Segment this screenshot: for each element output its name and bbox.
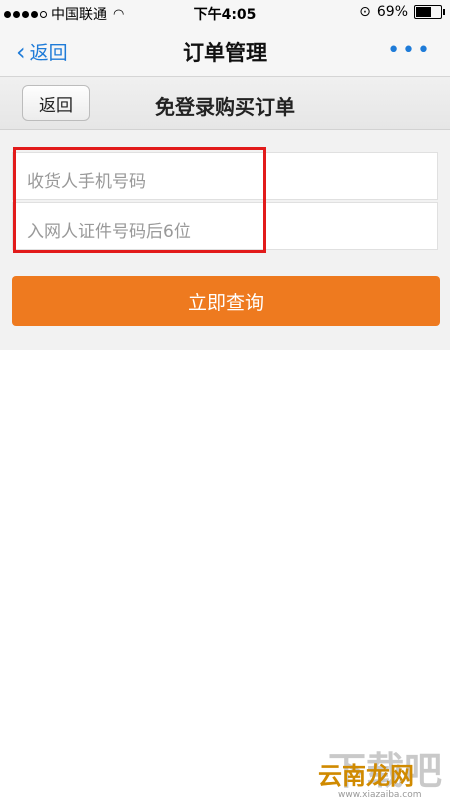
query-button[interactable]: 立即查询 bbox=[12, 276, 440, 326]
battery-icon bbox=[414, 5, 445, 19]
status-bar: 中国联通 ◠ 下午4:05 ⊙ 69% bbox=[0, 0, 450, 26]
page-header: 返回 免登录购买订单 bbox=[0, 77, 450, 130]
navigation-bar: ‹ 返回 订单管理 ••• bbox=[0, 26, 450, 77]
page-title: 免登录购买订单 bbox=[155, 95, 295, 119]
phone-input[interactable]: 收货人手机号码 bbox=[12, 152, 438, 200]
battery-percent: 69% bbox=[376, 4, 408, 20]
watermark-url: www.xiazaiba.com bbox=[338, 790, 422, 800]
more-options-icon[interactable]: ••• bbox=[387, 38, 432, 63]
watermark-logo: 下载吧 云南龙网 www.xiazaiba.com bbox=[310, 740, 450, 800]
id-number-input[interactable]: 入网人证件号码后6位 bbox=[12, 202, 438, 250]
watermark-small: 云南龙网 bbox=[318, 762, 414, 790]
nav-title: 订单管理 bbox=[183, 41, 267, 65]
orientation-lock-icon: ⊙ bbox=[359, 4, 371, 20]
